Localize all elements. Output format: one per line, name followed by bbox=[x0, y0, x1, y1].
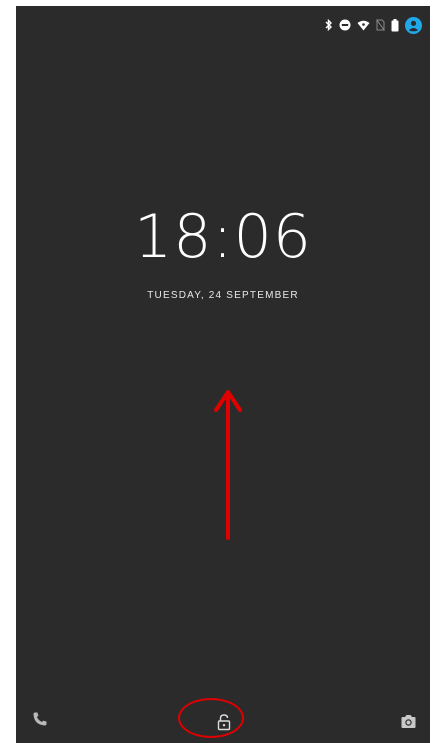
clock-date: TUESDAY, 24 SEPTEMBER bbox=[147, 290, 299, 301]
lock-screen[interactable]: 18:06 TUESDAY, 24 SEPTEMBER bbox=[16, 6, 430, 743]
clock-time: 18:06 bbox=[134, 202, 312, 272]
camera-shortcut-button[interactable] bbox=[398, 711, 418, 731]
phone-icon bbox=[33, 712, 47, 726]
battery-icon bbox=[391, 18, 399, 32]
unlock-highlight-circle bbox=[178, 698, 244, 738]
account-icon[interactable] bbox=[405, 16, 422, 34]
do-not-disturb-icon bbox=[339, 19, 351, 31]
wifi-icon bbox=[357, 20, 370, 31]
no-sim-icon bbox=[376, 19, 385, 31]
bluetooth-icon bbox=[325, 19, 333, 31]
camera-icon bbox=[401, 714, 415, 728]
phone-shortcut-button[interactable] bbox=[30, 709, 50, 729]
status-bar bbox=[325, 14, 422, 36]
swipe-up-arrow bbox=[214, 390, 242, 540]
